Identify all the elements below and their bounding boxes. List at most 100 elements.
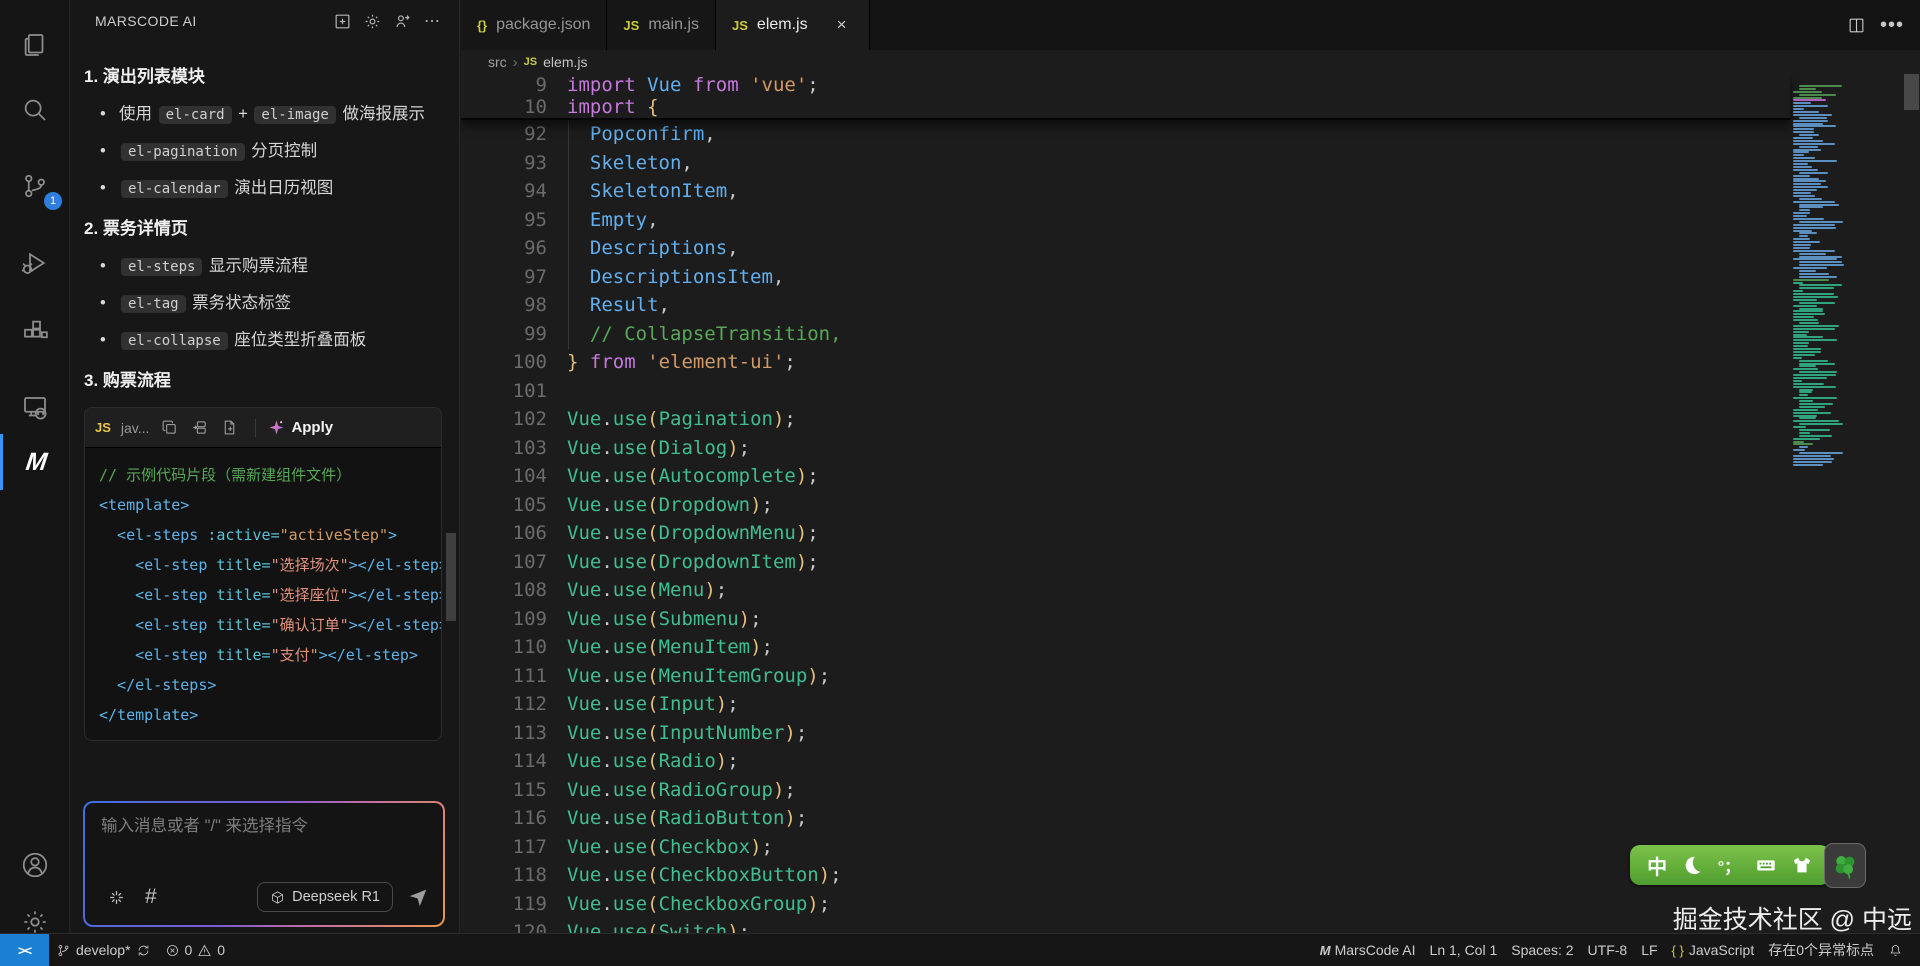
ime-mode-chinese[interactable]: 中 xyxy=(1647,851,1667,880)
remote-explorer-icon[interactable] xyxy=(0,382,70,434)
marscode-icon[interactable]: M xyxy=(0,434,70,490)
breadcrumb-folder[interactable]: src xyxy=(488,54,507,70)
run-debug-icon[interactable] xyxy=(0,237,70,289)
minimap-line xyxy=(1793,409,1818,411)
minimap-line xyxy=(1799,134,1819,136)
spark-icon[interactable] xyxy=(101,882,131,912)
code-line[interactable]: 114Vue.use(Radio); xyxy=(461,747,1790,776)
indentation[interactable]: Spaces: 2 xyxy=(1504,934,1580,966)
code-line[interactable]: 93 Skeleton, xyxy=(461,149,1790,178)
code-line[interactable]: 92 Popconfirm, xyxy=(461,120,1790,149)
code-line[interactable]: 100} from 'element-ui'; xyxy=(461,348,1790,377)
code-line[interactable]: 107Vue.use(DropdownItem); xyxy=(461,548,1790,577)
code-line[interactable]: 103Vue.use(Dialog); xyxy=(461,434,1790,463)
split-editor-icon[interactable] xyxy=(1847,16,1866,35)
apply-button[interactable]: Apply xyxy=(268,419,333,436)
new-chat-icon[interactable] xyxy=(327,6,357,36)
sogou-clover-icon[interactable] xyxy=(1824,843,1866,888)
editor-more-icon[interactable]: ••• xyxy=(1880,14,1904,37)
moon-icon[interactable] xyxy=(1681,854,1703,876)
breadcrumb-file[interactable]: elem.js xyxy=(543,54,587,70)
inline-code-chip: el-tag xyxy=(121,295,186,313)
chat-input[interactable] xyxy=(101,817,429,836)
code-line[interactable]: 94 SkeletonItem, xyxy=(461,177,1790,206)
source-control-icon[interactable]: 1 xyxy=(0,160,70,212)
minimap[interactable] xyxy=(1791,85,1861,467)
code-line[interactable]: 117Vue.use(Checkbox); xyxy=(461,833,1790,862)
model-selector[interactable]: Deepseek R1 xyxy=(257,882,393,912)
code-line[interactable]: 105Vue.use(Dropdown); xyxy=(461,491,1790,520)
remote-indicator[interactable]: >< xyxy=(0,934,49,966)
tab-package-json[interactable]: {} package.json xyxy=(461,0,607,50)
code-line[interactable]: 96 Descriptions, xyxy=(461,234,1790,263)
insert-code-icon[interactable] xyxy=(189,418,209,438)
code-line[interactable]: 102Vue.use(Pagination); xyxy=(461,405,1790,434)
punctuation-toggle[interactable]: °； xyxy=(1718,853,1740,877)
line-number: 93 xyxy=(461,149,547,178)
code-line[interactable]: 119Vue.use(CheckboxGroup); xyxy=(461,890,1790,919)
code-line[interactable]: 110Vue.use(MenuItem); xyxy=(461,633,1790,662)
code-line[interactable]: 9import Vue from 'vue'; xyxy=(461,74,1790,96)
code-line[interactable]: 113Vue.use(InputNumber); xyxy=(461,719,1790,748)
minimap-line xyxy=(1793,163,1808,165)
minimap-line xyxy=(1799,371,1837,373)
anomaly-status[interactable]: 存在0个异常标点 xyxy=(1761,934,1881,966)
code-line[interactable]: 112Vue.use(Input); xyxy=(461,690,1790,719)
keyboard-icon[interactable] xyxy=(1755,854,1777,876)
explorer-icon[interactable] xyxy=(0,19,70,71)
notifications-bell-icon[interactable] xyxy=(1881,934,1910,966)
tab-elem-js[interactable]: JS elem.js × xyxy=(716,0,870,50)
code-line[interactable]: 115Vue.use(RadioGroup); xyxy=(461,776,1790,805)
close-tab-icon[interactable]: × xyxy=(831,14,853,36)
code-line[interactable]: 109Vue.use(Submenu); xyxy=(461,605,1790,634)
code-line[interactable]: 10import { xyxy=(461,96,1790,118)
code-line[interactable]: 101 xyxy=(461,377,1790,406)
line-content: Vue.use(RadioButton); xyxy=(567,804,807,833)
skin-shirt-icon[interactable] xyxy=(1791,854,1813,876)
cube-icon xyxy=(270,890,285,905)
code-line[interactable]: 120Vue.use(Switch); xyxy=(461,918,1790,933)
editor-scrollbar[interactable] xyxy=(1904,74,1919,110)
cursor-position[interactable]: Ln 1, Col 1 xyxy=(1423,934,1505,966)
search-icon[interactable] xyxy=(0,84,70,136)
encoding[interactable]: UTF-8 xyxy=(1581,934,1635,966)
minimap-line xyxy=(1793,328,1835,330)
send-icon[interactable] xyxy=(403,882,433,912)
sidebar-scrollbar[interactable] xyxy=(446,533,456,621)
minimap-line xyxy=(1799,287,1834,289)
marscode-status[interactable]: M MarsCode AI xyxy=(1313,934,1423,966)
line-number: 118 xyxy=(461,861,547,890)
sticky-scroll: 9import Vue from 'vue';10import { xyxy=(461,74,1790,120)
code-line[interactable]: 97 DescriptionsItem, xyxy=(461,263,1790,292)
code-line[interactable]: 108Vue.use(Menu); xyxy=(461,576,1790,605)
eol[interactable]: LF xyxy=(1634,934,1664,966)
code-line[interactable]: 106Vue.use(DropdownMenu); xyxy=(461,519,1790,548)
problems-item[interactable]: 0 0 xyxy=(158,934,233,966)
code-line[interactable]: 111Vue.use(MenuItemGroup); xyxy=(461,662,1790,691)
share-user-icon[interactable] xyxy=(387,6,417,36)
tab-main-js[interactable]: JS main.js xyxy=(607,0,716,50)
code-line[interactable]: 118Vue.use(CheckboxButton); xyxy=(461,861,1790,890)
code-line[interactable]: 99 // CollapseTransition, xyxy=(461,320,1790,349)
copy-icon[interactable] xyxy=(159,418,179,438)
inline-code-chip: el-steps xyxy=(121,258,202,276)
minimap-line xyxy=(1799,394,1808,396)
code-line[interactable]: 98 Result, xyxy=(461,291,1790,320)
minimap-line xyxy=(1793,149,1821,151)
minimap-line xyxy=(1799,261,1842,263)
extensions-icon[interactable] xyxy=(0,305,70,357)
new-file-icon[interactable] xyxy=(219,418,239,438)
code-line[interactable]: 95 Empty, xyxy=(461,206,1790,235)
language-mode[interactable]: { } JavaScript xyxy=(1665,934,1762,966)
status-bar: >< develop* 0 0 M MarsCode AI Ln 1, Col … xyxy=(0,933,1920,966)
account-icon[interactable] xyxy=(0,839,70,891)
context-hash-icon[interactable]: # xyxy=(145,885,157,909)
minimap-line xyxy=(1793,143,1835,145)
more-actions-icon[interactable]: ⋯ xyxy=(417,6,447,36)
branch-item[interactable]: develop* xyxy=(49,934,158,966)
minimap-line xyxy=(1793,166,1812,168)
code-editor[interactable]: 92 Popconfirm,93 Skeleton,94 SkeletonIte… xyxy=(461,74,1920,933)
panel-settings-icon[interactable] xyxy=(357,6,387,36)
code-line[interactable]: 116Vue.use(RadioButton); xyxy=(461,804,1790,833)
code-line[interactable]: 104Vue.use(Autocomplete); xyxy=(461,462,1790,491)
